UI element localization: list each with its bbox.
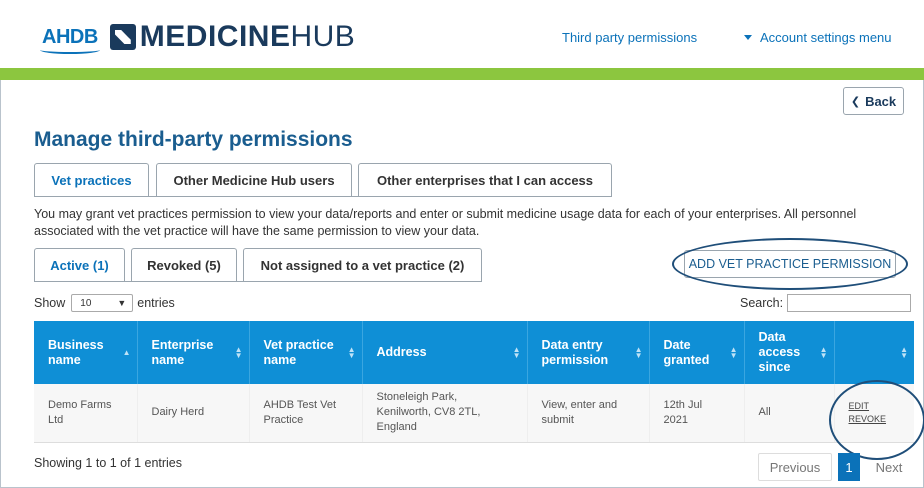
page-1-button[interactable]: 1 [838, 453, 860, 481]
pagination: Previous 1 Next [758, 453, 912, 481]
ahdb-logo-text: AHDB [40, 25, 100, 54]
cell-enterprise: Dairy Herd [137, 384, 250, 443]
col-vet-practice-name[interactable]: Vet practice name ▲ ▼ [249, 321, 363, 384]
cell-vet-practice: AHDB Test Vet Practice [249, 384, 363, 443]
tab-active[interactable]: Active (1) [34, 248, 125, 281]
permissions-table: Business name ▲ Enterprise name ▲ ▼ Vet pra… [34, 321, 914, 443]
site-header: AHDB MEDICINEHUB Third party permissions… [0, 0, 924, 68]
sort-icon: ▲ [122, 347, 131, 357]
search-input[interactable] [787, 294, 912, 312]
tabs-divider [34, 196, 612, 197]
back-button[interactable]: ❮ Back [843, 87, 904, 115]
sort-icon: ▲ ▼ [819, 344, 828, 360]
show-label: Show [34, 296, 66, 310]
table-search: Search: [740, 294, 912, 312]
nav-third-party-permissions[interactable]: Third party permissions [562, 30, 697, 45]
table-info: Showing 1 to 1 of 1 entries [34, 456, 183, 470]
highlight-annotation [829, 380, 924, 460]
tab-vet-practices[interactable]: Vet practices [34, 163, 149, 196]
col-address[interactable]: Address ▲ ▼ [362, 321, 528, 384]
cell-business: Demo Farms Ltd [34, 384, 138, 443]
col-date-granted[interactable]: Date granted ▲ ▼ [649, 321, 745, 384]
entries-select[interactable]: 10 ▼ [71, 294, 134, 312]
table-header-row: Business name ▲ Enterprise name ▲ ▼ Vet pra… [34, 321, 914, 384]
cell-address: Stoneleigh Park, Kenilworth, CV8 2TL, En… [362, 384, 528, 443]
sort-icon: ▲ ▼ [900, 344, 908, 360]
entries-length: Show 10 ▼ entries [34, 294, 175, 312]
tab-revoked[interactable]: Revoked (5) [131, 248, 237, 281]
entries-label: entries [137, 296, 175, 310]
medicine-hub-logo-text: MEDICINEHUB [140, 20, 356, 54]
logo[interactable]: AHDB MEDICINEHUB [40, 20, 356, 54]
caret-down-icon [744, 35, 752, 40]
sort-icon: ▲ ▼ [512, 344, 521, 360]
col-label: Vet practice name [263, 337, 334, 367]
cell-date-granted: 12th Jul 2021 [649, 384, 745, 443]
logo-medicine: MEDICINE [139, 20, 291, 53]
col-data-access-since[interactable]: Data access since ▲ ▼ [744, 321, 835, 384]
col-label: Data access since [758, 330, 801, 374]
nav-account-label: Account settings menu [760, 30, 892, 45]
col-actions[interactable]: ▲ ▼ [834, 321, 914, 384]
col-business-name[interactable]: Business name ▲ [34, 321, 138, 384]
header-accent-bar [0, 68, 924, 80]
logo-hub: HUB [290, 20, 356, 53]
next-button[interactable]: Next [866, 453, 912, 481]
chevron-left-icon: ❮ [850, 95, 861, 108]
cell-permission: View, enter and submit [527, 384, 650, 443]
status-tabs-divider [34, 281, 482, 282]
previous-button[interactable]: Previous [758, 453, 832, 481]
tab-other-medicine-hub-users[interactable]: Other Medicine Hub users [156, 163, 352, 196]
col-label: Date granted [663, 337, 710, 367]
col-label: Business name [48, 337, 104, 367]
back-label: Back [865, 93, 897, 109]
col-label: Data entry permission [541, 337, 609, 367]
sort-icon: ▲ ▼ [729, 344, 738, 360]
tab-not-assigned[interactable]: Not assigned to a vet practice (2) [243, 248, 482, 281]
col-label: Enterprise name [151, 337, 214, 367]
entries-value: 10 [80, 297, 92, 309]
table-row: Demo Farms Ltd Dairy Herd AHDB Test Vet … [34, 384, 914, 443]
sort-icon: ▲ ▼ [234, 344, 243, 360]
chevron-down-icon: ▼ [117, 298, 127, 308]
sort-icon: ▲ ▼ [347, 344, 356, 360]
tab-other-enterprises[interactable]: Other enterprises that I can access [358, 163, 612, 196]
search-label: Search: [740, 296, 784, 310]
nav-account-settings-menu[interactable]: Account settings menu [744, 30, 892, 45]
intro-text: You may grant vet practices permission t… [34, 207, 857, 238]
medicine-hub-logo-icon [109, 24, 136, 50]
col-enterprise-name[interactable]: Enterprise name ▲ ▼ [137, 321, 250, 384]
col-label: Address [376, 345, 427, 359]
cell-access-since: All [744, 384, 835, 443]
page-title: Manage third-party permissions [34, 128, 353, 151]
highlight-annotation [672, 238, 908, 290]
col-data-entry-permission[interactable]: Data entry permission ▲ ▼ [527, 321, 650, 384]
sort-icon: ▲ ▼ [634, 344, 643, 360]
